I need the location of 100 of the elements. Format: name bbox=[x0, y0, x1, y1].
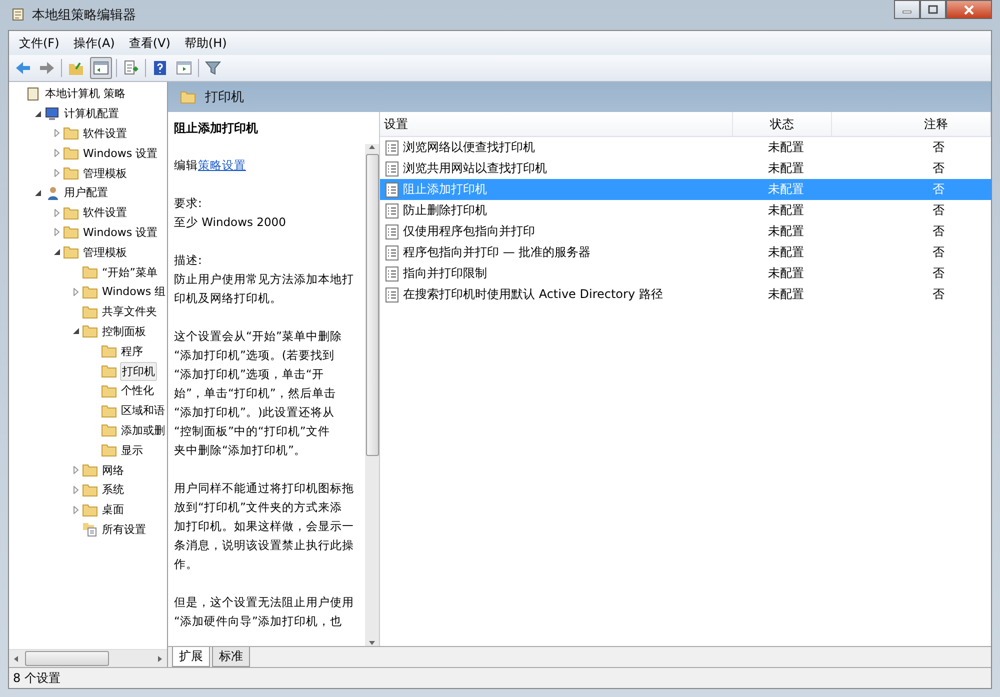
tab[interactable]: 扩展 bbox=[172, 647, 210, 667]
tree-item[interactable]: Windows 组 bbox=[101, 283, 167, 300]
folder-icon bbox=[82, 482, 98, 498]
table-row[interactable]: 浏览共用网站以查找打印机 未配置 否 bbox=[380, 158, 991, 179]
column-header[interactable]: 设置 bbox=[380, 112, 733, 136]
folder-icon bbox=[63, 145, 79, 162]
tree-item[interactable]: 程序 bbox=[120, 342, 144, 360]
expanded-arrow-icon[interactable] bbox=[72, 327, 80, 336]
description-text: 用户同样不能通过将打印机图标拖 放到“打印机”文件夹的方式来添 加打印机。如果这样做，会显示一 条消息，说明该设置禁止执行此操 作。 bbox=[174, 480, 355, 573]
menu-item[interactable]: 操作(A) bbox=[67, 34, 121, 52]
tree-item[interactable]: 所有设置 bbox=[101, 520, 147, 538]
collapsed-arrow-icon[interactable] bbox=[72, 506, 80, 514]
tree-item[interactable]: 控制面板 bbox=[101, 322, 147, 340]
setting-name: 程序包指向并打印 — 批准的服务器 bbox=[403, 244, 591, 261]
tree-item[interactable]: 系统 bbox=[101, 481, 125, 498]
tree-item[interactable]: 软件设置 bbox=[82, 124, 128, 142]
tree-item[interactable]: 桌面 bbox=[101, 501, 125, 518]
folder-icon bbox=[63, 165, 79, 182]
menu-item[interactable]: 查看(V) bbox=[122, 34, 176, 52]
tree-item[interactable]: 软件设置 bbox=[82, 204, 128, 222]
tree-item[interactable]: 显示 bbox=[120, 442, 144, 459]
setting-name: 浏览网络以便查找打印机 bbox=[403, 139, 535, 156]
table-row[interactable]: 在搜索打印机时使用默认 Active Directory 路径 未配置 否 bbox=[380, 284, 991, 305]
tree-item[interactable]: 区域和语 bbox=[120, 402, 166, 420]
tree-item[interactable]: 添加或删 bbox=[120, 422, 166, 439]
setting-icon bbox=[384, 182, 400, 198]
note-cell-text: 否 bbox=[932, 160, 946, 177]
state-cell-text: 未配置 bbox=[767, 223, 805, 240]
column-header[interactable]: 注释 bbox=[832, 112, 991, 136]
collapsed-arrow-icon[interactable] bbox=[72, 288, 80, 296]
folder-icon bbox=[82, 323, 98, 340]
edit-label: 编辑 bbox=[174, 158, 198, 172]
tab[interactable]: 标准 bbox=[212, 647, 250, 667]
description-text: 描述: 防止用户使用常见方法添加本地打 印机及网络打印机。 bbox=[174, 252, 355, 307]
tree-item[interactable]: 网络 bbox=[101, 462, 125, 479]
folder-icon bbox=[101, 343, 117, 360]
collapsed-arrow-icon[interactable] bbox=[53, 149, 61, 158]
table-row[interactable]: 防止删除打印机 未配置 否 bbox=[380, 200, 991, 221]
tree-item[interactable]: 管理模板 bbox=[82, 244, 128, 261]
horizontal-scrollbar[interactable] bbox=[9, 649, 167, 667]
description-text: 这个设置会从“开始”菜单中删除 “添加打印机”选项。(若要找到 “添加打印机”选项，单击“开 始”，单击“打印机”，然后单击 “添加打印机”。)此设置还将从 “控制面板”中的“打印机”文件 夹中删除“添加打印机”。 bbox=[174, 328, 343, 459]
tree-item[interactable]: 计算机配置 bbox=[63, 105, 120, 122]
menu-item[interactable]: 文件(F) bbox=[13, 34, 66, 52]
tree-item[interactable]: 个性化 bbox=[120, 382, 155, 400]
setting-icon bbox=[384, 244, 400, 260]
state-cell-text: 未配置 bbox=[767, 265, 805, 282]
setting-icon bbox=[384, 224, 400, 240]
state-cell-text: 未配置 bbox=[767, 181, 805, 198]
policy-link[interactable]: 策略设置 bbox=[198, 158, 246, 172]
state-cell-text: 未配置 bbox=[767, 286, 805, 303]
table-row[interactable]: 指向并打印限制 未配置 否 bbox=[380, 263, 991, 284]
column-header[interactable]: 状态 bbox=[733, 112, 832, 136]
tree-item[interactable]: 本地计算机 策略 bbox=[44, 85, 126, 102]
tree-item[interactable]: 打印机 bbox=[120, 362, 157, 381]
scroll-right-icon[interactable] bbox=[157, 656, 163, 662]
tree-item[interactable]: 用户配置 bbox=[63, 184, 109, 202]
window-title: 本地组策略编辑器 bbox=[32, 7, 136, 24]
folder-icon bbox=[101, 422, 117, 438]
collapsed-arrow-icon[interactable] bbox=[53, 169, 61, 178]
table-row[interactable]: 仅使用程序包指向并打印 未配置 否 bbox=[380, 221, 991, 242]
vertical-scrollbar[interactable] bbox=[365, 144, 379, 646]
setting-name: 指向并打印限制 bbox=[403, 265, 487, 282]
note-cell-text: 否 bbox=[932, 181, 946, 198]
expanded-arrow-icon[interactable] bbox=[34, 110, 42, 118]
close-icon bbox=[963, 4, 975, 14]
note-cell-text: 否 bbox=[932, 223, 946, 240]
menu-item[interactable]: 帮助(H) bbox=[178, 34, 233, 52]
collapsed-arrow-icon[interactable] bbox=[53, 208, 61, 217]
tree-item[interactable]: “开始”菜单 bbox=[101, 264, 158, 281]
collapsed-arrow-icon[interactable] bbox=[53, 129, 61, 138]
setting-name: 在搜索打印机时使用默认 Active Directory 路径 bbox=[403, 286, 663, 303]
note-cell-text: 否 bbox=[932, 244, 946, 261]
expanded-arrow-icon[interactable] bbox=[53, 248, 61, 256]
note-cell-text: 否 bbox=[932, 265, 946, 282]
state-cell-text: 未配置 bbox=[767, 244, 805, 261]
collapsed-arrow-icon[interactable] bbox=[72, 466, 80, 474]
setting-name: 浏览共用网站以查找打印机 bbox=[403, 160, 547, 177]
minimize-button[interactable] bbox=[894, 0, 920, 19]
folder-icon bbox=[101, 442, 117, 458]
table-row[interactable]: 浏览网络以便查找打印机 未配置 否 bbox=[380, 137, 991, 158]
close-button[interactable] bbox=[946, 0, 992, 19]
folder-icon bbox=[63, 244, 79, 260]
folder-icon bbox=[101, 402, 117, 419]
pane-icon[interactable] bbox=[90, 57, 112, 79]
maximize-button[interactable] bbox=[920, 0, 946, 19]
folder-icon bbox=[82, 264, 98, 280]
tree-item[interactable]: 管理模板 bbox=[82, 164, 128, 182]
tree-item[interactable]: 共享文件夹 bbox=[101, 303, 158, 320]
setting-icon bbox=[384, 202, 400, 218]
collapsed-arrow-icon[interactable] bbox=[72, 486, 80, 494]
setting-name: 阻止添加打印机 bbox=[403, 181, 487, 198]
collapsed-arrow-icon[interactable] bbox=[53, 228, 61, 236]
table-row[interactable]: 程序包指向并打印 — 批准的服务器 未配置 否 bbox=[380, 242, 991, 263]
scroll-up-icon[interactable] bbox=[369, 144, 375, 150]
expanded-arrow-icon[interactable] bbox=[34, 188, 42, 197]
note-cell-text: 否 bbox=[932, 139, 946, 156]
tree-item[interactable]: Windows 设置 bbox=[82, 144, 159, 162]
header-title: 打印机 bbox=[205, 89, 244, 106]
scroll-left-icon[interactable] bbox=[13, 656, 19, 662]
tree-item[interactable]: Windows 设置 bbox=[82, 224, 159, 241]
